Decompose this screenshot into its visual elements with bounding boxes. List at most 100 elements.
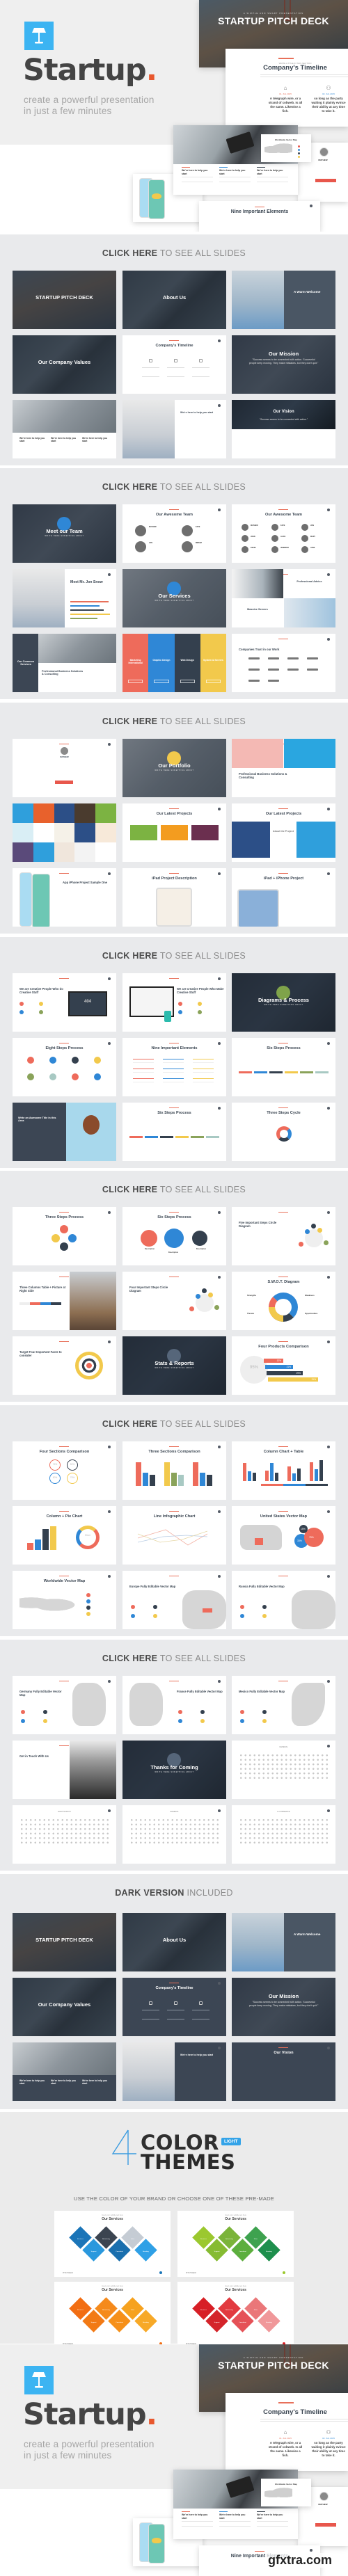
close-icon[interactable] (108, 1341, 111, 1343)
slide-thumbnail[interactable]: Our Latest Projects (122, 803, 226, 862)
slide-thumbnail[interactable]: A Warm Welcome (232, 1913, 335, 1971)
close-icon[interactable] (327, 1341, 330, 1343)
close-icon[interactable] (218, 1211, 221, 1214)
slide-thumbnail[interactable]: iPad Project Description (122, 868, 226, 927)
close-icon[interactable] (327, 1510, 330, 1513)
slide-thumbnail[interactable]: Eight Steps Process (13, 1038, 116, 1096)
slide-thumbnail[interactable]: Marketing International Graphic Design Web… (122, 634, 226, 692)
close-icon[interactable] (327, 638, 330, 641)
slide-thumbnail[interactable]: Company's Timeline (122, 1978, 226, 2036)
slide-thumbnail[interactable]: Four Sections Comparison 75% 50% 50% 75% (13, 1441, 116, 1500)
slide-thumbnail[interactable]: Four Products Comparison 95% 12% 21% 29% 31% (232, 1336, 335, 1395)
close-icon[interactable] (108, 872, 111, 875)
close-icon[interactable] (108, 743, 111, 746)
close-icon[interactable] (327, 872, 330, 875)
slide-thumbnail[interactable]: Get in Touch With Us (13, 1741, 116, 1799)
see-all-slides-link[interactable]: CLICK HERE TO SEE ALL SLIDES (0, 1654, 348, 1663)
portfolio-thumb[interactable] (95, 803, 116, 823)
close-icon[interactable] (218, 1042, 221, 1045)
slide-thumbnail[interactable]: Russia Fully Editable Vector Map (232, 1571, 335, 1629)
close-icon[interactable] (327, 808, 330, 810)
close-icon[interactable] (327, 1042, 330, 1045)
close-icon[interactable] (327, 1107, 330, 1110)
close-icon[interactable] (327, 1446, 330, 1448)
slide-thumbnail[interactable]: Our Mission "Success seems to be connecte… (232, 335, 335, 394)
slide-thumbnail[interactable]: About Us (122, 1913, 226, 1971)
slide-thumbnail[interactable]: Six Steps Process (232, 1038, 335, 1096)
portfolio-thumb[interactable] (33, 803, 54, 823)
close-icon[interactable] (108, 1680, 111, 1683)
slide-thumbnail[interactable]: Target Four Important Facts to consider (13, 1336, 116, 1395)
portfolio-thumb[interactable] (95, 842, 116, 862)
slide-thumbnail[interactable]: E-COMMERCE (232, 1805, 335, 1864)
more-button[interactable] (154, 680, 169, 683)
slide-thumbnail[interactable]: We're here to help you start We're here t… (13, 2042, 116, 2101)
close-icon[interactable] (327, 1211, 330, 1214)
portfolio-thumb[interactable] (13, 803, 33, 823)
slide-thumbnail[interactable]: Europe Fully Editable Vector Map (122, 1571, 226, 1629)
slide-thumbnail[interactable]: Germany Fully Editable Vector Map (13, 1676, 116, 1734)
slide-thumbnail[interactable]: Six Steps Process Description Description D… (122, 1207, 226, 1265)
close-icon[interactable] (218, 1107, 221, 1110)
more-button[interactable] (128, 680, 143, 683)
slide-thumbnail[interactable]: ELECTRONICS (13, 1805, 116, 1864)
slide-thumbnail[interactable]: We're here to help you start (122, 2042, 226, 2101)
slide-thumbnail[interactable]: STARTUP PITCH DECK (13, 271, 116, 329)
portfolio-thumb[interactable] (95, 823, 116, 842)
slide-thumbnail[interactable]: Column Chart + Table (232, 1441, 335, 1500)
see-all-slides-link[interactable]: CLICK HERE TO SEE ALL SLIDES (0, 248, 348, 258)
close-icon[interactable] (218, 872, 221, 875)
slide-thumbnail[interactable]: Three Columns Table + Picture at Right S… (13, 1272, 116, 1330)
slide-thumbnail[interactable]: Mexico Fully Editable Vector Map (232, 1676, 335, 1734)
slide-thumbnail[interactable]: Our Company Values (13, 1978, 116, 2036)
see-all-slides-link[interactable]: CLICK HERE TO SEE ALL SLIDES (0, 1185, 348, 1194)
close-icon[interactable] (327, 1276, 330, 1279)
close-icon[interactable] (218, 339, 221, 342)
close-icon[interactable] (108, 1809, 111, 1812)
slide-thumbnail[interactable]: United States Vector Map 15% 33% 75% (232, 1506, 335, 1565)
portfolio-thumb[interactable] (54, 842, 75, 862)
see-all-slides-link[interactable]: CLICK HERE TO SEE ALL SLIDES (0, 717, 348, 726)
close-icon[interactable] (327, 2047, 330, 2049)
slide-thumbnail[interactable]: Diagrams & Process WRITE HERE SOMETHING A… (232, 973, 335, 1032)
close-icon[interactable] (218, 2047, 221, 2049)
slide-thumbnail[interactable]: Stats & Reports WRITE HERE SOMETHING ABOU… (122, 1336, 226, 1395)
slide-thumbnail[interactable]: iPad + iPhone Project (232, 868, 335, 927)
close-icon[interactable] (108, 1042, 111, 1045)
slide-thumbnail[interactable]: Three Steps Process (13, 1207, 116, 1265)
see-all-slides-link[interactable]: CLICK HERE TO SEE ALL SLIDES (0, 482, 348, 492)
slide-thumbnail[interactable]: Our Company Values (13, 335, 116, 394)
slide-thumbnail[interactable]: Meet Mr. Jon Snow (13, 569, 116, 627)
close-icon[interactable] (218, 808, 221, 810)
close-icon[interactable] (218, 1446, 221, 1448)
slide-thumbnail[interactable]: About Us (122, 271, 226, 329)
theme-preview-card[interactable]: Insert your subtitle text here Our Servic… (54, 2282, 171, 2348)
theme-preview-card[interactable]: Insert your subtitle text here Our Servic… (177, 2282, 294, 2348)
slide-thumbnail[interactable]: We're here to help you start We're here t… (13, 400, 116, 458)
portfolio-thumb[interactable] (13, 823, 33, 842)
slide-thumbnail[interactable]: Thanks for Coming WRITE HERE SOMETHING AB… (122, 1741, 226, 1799)
slide-thumbnail[interactable] (13, 803, 116, 862)
close-icon[interactable] (108, 977, 111, 980)
slide-thumbnail[interactable]: Five Important Steps Circle Diagram (232, 1207, 335, 1265)
slide-thumbnail[interactable]: S.W.O.T. Diagram Strengths Weakness Threats… (232, 1272, 335, 1330)
close-icon[interactable] (108, 1575, 111, 1578)
slide-thumbnail[interactable]: A Warm Welcome (232, 271, 335, 329)
slide-thumbnail[interactable]: Three Steps Cycle (232, 1103, 335, 1161)
slide-thumbnail[interactable]: Line Infographic Chart (122, 1506, 226, 1565)
page-indicator[interactable] (283, 2271, 285, 2274)
slide-thumbnail[interactable]: Professional Business Solutions & Consul… (232, 739, 335, 797)
close-icon[interactable] (327, 573, 330, 576)
slide-thumbnail[interactable]: Our Awesome Team MATHEW KATE JON JOHN ALICE MA… (232, 504, 335, 563)
slide-thumbnail[interactable]: Worldwide Vector Map (13, 1571, 116, 1629)
close-icon[interactable] (327, 509, 330, 511)
slide-thumbnail[interactable]: Our Vision "Success seems to be connected… (232, 400, 335, 458)
portfolio-thumb[interactable] (74, 803, 96, 823)
close-icon[interactable] (218, 509, 221, 511)
slide-thumbnail[interactable]: Four Important Steps Circle Diagram (122, 1272, 226, 1330)
close-icon[interactable] (218, 977, 221, 980)
close-icon[interactable] (108, 1446, 111, 1448)
close-icon[interactable] (218, 404, 221, 407)
slide-thumbnail[interactable]: STARTUP PITCH DECK (13, 1913, 116, 1971)
slide-thumbnail[interactable]: Column + Pie Chart 50cm (13, 1506, 116, 1565)
